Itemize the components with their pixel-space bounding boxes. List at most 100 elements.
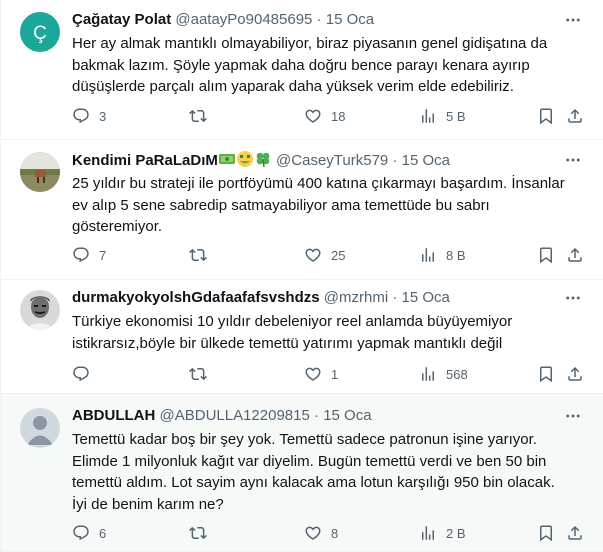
tweet-header: ABDULLAH @ABDULLA12209815 · 15 Oca xyxy=(72,406,564,426)
share-icon xyxy=(566,246,584,264)
retweet-button[interactable] xyxy=(189,245,216,265)
tweet-actions: 6 8 2 B xyxy=(72,523,592,543)
views-chart-icon xyxy=(419,365,437,383)
tweet-text-line: Türkiye ekonomisi 10 yıldır debeleniyor … xyxy=(72,313,513,330)
display-name[interactable]: Çağatay Polat xyxy=(72,11,171,28)
user-handle[interactable]: @CaseyTurk579 xyxy=(276,152,388,169)
tweet-date[interactable]: 15 Oca xyxy=(402,152,450,169)
likes-count: 18 xyxy=(331,108,346,124)
heart-icon xyxy=(304,524,322,542)
like-button[interactable]: 8 xyxy=(304,523,338,543)
bookmark-button[interactable] xyxy=(537,106,555,126)
like-button[interactable]: 25 xyxy=(304,245,345,265)
reply-button[interactable]: 7 xyxy=(72,245,106,265)
avatar[interactable] xyxy=(20,152,60,192)
retweet-button[interactable] xyxy=(189,523,216,543)
views-count: 5 B xyxy=(446,108,466,124)
tweet[interactable]: Ç Çağatay Polat @aatayPo90485695 · 15 Oca… xyxy=(1,0,603,140)
tweet-actions: 3 18 5 B xyxy=(72,106,592,126)
reply-icon xyxy=(72,246,90,264)
likes-count: 1 xyxy=(331,366,339,382)
tweet-text-line: Her ay almak mantıklı olmayabiliyor, bir… xyxy=(72,35,548,52)
bookmark-icon xyxy=(537,107,555,125)
separator-dot: · xyxy=(316,11,322,28)
like-button[interactable]: 1 xyxy=(304,364,338,384)
views-count: 8 B xyxy=(446,247,466,263)
heart-icon xyxy=(304,246,322,264)
user-handle[interactable]: @ABDULLA12209815 xyxy=(160,407,310,424)
money-mouth-face-emoji xyxy=(236,151,254,169)
tweet-text-line: Temettü kadar boş bir şey yok. Temettü s… xyxy=(72,431,537,448)
user-handle[interactable]: @aatayPo90485695 xyxy=(175,11,312,28)
tweet[interactable]: durmakyokyolshGdafaafafsvshdzs @mzrhmi ·… xyxy=(1,280,603,394)
bookmark-icon xyxy=(537,524,555,542)
tweet-header: Çağatay Polat @aatayPo90485695 · 15 Oca xyxy=(72,10,564,30)
more-options-icon[interactable] xyxy=(564,151,582,169)
bookmark-button[interactable] xyxy=(537,245,555,265)
tweet[interactable]: Kendimi PaRaLaDıM @CaseyTurk579 · 15 Oca… xyxy=(1,140,603,280)
tweet-actions: 1 568 xyxy=(72,364,592,384)
separator-dot: · xyxy=(314,407,320,424)
reply-button[interactable]: 6 xyxy=(72,523,106,543)
avatar-letter: Ç xyxy=(33,23,47,44)
tweet-text-line: 25 yıldır bu strateji ile portföyümü 400… xyxy=(72,175,565,192)
tweet-text-line: gösteremiyor. xyxy=(72,218,163,235)
likes-count: 25 xyxy=(331,247,346,263)
share-icon xyxy=(566,524,584,542)
tweet-text-line: İyi de benim karım ne? xyxy=(72,495,224,513)
more-options-icon[interactable] xyxy=(564,11,582,29)
retweet-button[interactable] xyxy=(189,106,216,126)
replies-count: 3 xyxy=(99,108,107,124)
views-count: 568 xyxy=(446,366,468,382)
heart-icon xyxy=(304,107,322,125)
tweet-feed: Ç Çağatay Polat @aatayPo90485695 · 15 Oca… xyxy=(0,0,603,552)
views-button[interactable]: 568 xyxy=(419,364,468,384)
tweet-header: Kendimi PaRaLaDıM @CaseyTurk579 · 15 Oca xyxy=(72,150,564,171)
tweet-date[interactable]: 15 Oca xyxy=(402,289,450,306)
tweet-text-line: bakmak lazım. Şöyle yapmak daha doğru be… xyxy=(72,56,530,74)
replies-count: 6 xyxy=(99,525,107,541)
views-button[interactable]: 5 B xyxy=(419,106,466,126)
replies-count: 7 xyxy=(99,247,107,263)
likes-count: 8 xyxy=(331,525,339,541)
views-button[interactable]: 8 B xyxy=(419,245,466,265)
views-chart-icon xyxy=(419,246,437,264)
display-name[interactable]: Kendimi PaRaLaDıM xyxy=(72,152,218,169)
money-bill-emoji xyxy=(218,152,236,169)
more-options-icon[interactable] xyxy=(564,289,582,307)
user-handle[interactable]: @mzrhmi xyxy=(324,289,388,306)
display-name[interactable]: durmakyokyolshGdafaafafsvshdzs xyxy=(72,289,320,306)
avatar[interactable]: Ç xyxy=(20,12,60,52)
tweet-text: Her ay almak mantıklı olmayabiliyor, bir… xyxy=(72,33,577,98)
like-button[interactable]: 18 xyxy=(304,106,345,126)
reply-icon xyxy=(72,107,90,125)
retweet-button[interactable] xyxy=(189,364,216,384)
share-button[interactable] xyxy=(566,364,584,384)
tweet-date[interactable]: 15 Oca xyxy=(326,11,374,28)
reply-button[interactable]: 3 xyxy=(72,106,106,126)
avatar[interactable] xyxy=(20,290,60,330)
bookmark-icon xyxy=(537,246,555,264)
tweet-text: Türkiye ekonomisi 10 yıldır debeleniyor … xyxy=(72,311,577,354)
more-options-icon[interactable] xyxy=(564,407,582,425)
views-button[interactable]: 2 B xyxy=(419,523,466,543)
views-count: 2 B xyxy=(446,525,466,541)
tweet[interactable]: ABDULLAH @ABDULLA12209815 · 15 Oca Temett… xyxy=(1,394,603,552)
share-button[interactable] xyxy=(566,245,584,265)
share-button[interactable] xyxy=(566,523,584,543)
retweet-icon xyxy=(189,246,207,264)
tweet-date[interactable]: 15 Oca xyxy=(323,407,371,424)
tweet-header: durmakyokyolshGdafaafafsvshdzs @mzrhmi ·… xyxy=(72,288,564,308)
reply-icon xyxy=(72,524,90,542)
share-button[interactable] xyxy=(566,106,584,126)
share-icon xyxy=(566,107,584,125)
tweet-text-line: Elimde 1 milyonluk kağıt var diyelim. Bu… xyxy=(72,452,547,470)
bookmark-button[interactable] xyxy=(537,364,555,384)
retweet-icon xyxy=(189,107,207,125)
retweet-icon xyxy=(189,365,207,383)
bookmark-button[interactable] xyxy=(537,523,555,543)
display-name[interactable]: ABDULLAH xyxy=(72,407,155,424)
avatar[interactable] xyxy=(20,408,60,448)
four-leaf-clover-emoji xyxy=(254,152,272,169)
reply-button[interactable] xyxy=(72,364,99,384)
